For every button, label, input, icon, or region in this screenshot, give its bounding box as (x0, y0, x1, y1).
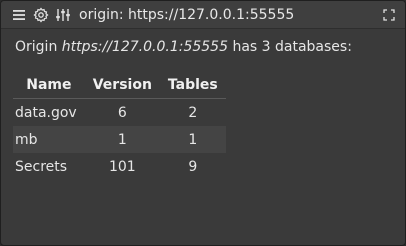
db-tables: 1 (159, 126, 226, 153)
window-title: origin: https://127.0.0.1:55555 (79, 6, 295, 23)
origin-url: https://127.0.0.1:55555 (61, 39, 228, 55)
fullscreen-icon[interactable] (381, 7, 397, 23)
db-tables: 9 (188, 158, 198, 175)
gear-icon[interactable] (33, 6, 49, 23)
sliders-icon[interactable] (55, 7, 71, 23)
table-header-row: Name Version Tables (13, 73, 226, 99)
title-bar: origin: https://127.0.0.1:55555 (1, 1, 405, 29)
db-version: 6 (117, 104, 127, 121)
summary-suffix: has 3 databases: (228, 39, 352, 55)
databases-summary: Origin https://127.0.0.1:55555 has 3 dat… (15, 39, 391, 55)
db-name: mb (13, 126, 85, 153)
content-area: Origin https://127.0.0.1:55555 has 3 dat… (1, 29, 405, 180)
summary-prefix: Origin (15, 39, 62, 55)
column-header-tables: Tables (159, 73, 226, 99)
databases-table: Name Version Tables data.gov 6 2 mb 1 1 … (13, 73, 226, 180)
origin-panel: origin: https://127.0.0.1:55555 Origin h… (0, 0, 406, 246)
db-version: 1 (84, 126, 160, 153)
column-header-name: Name (13, 73, 85, 99)
column-header-version: Version (84, 73, 160, 99)
db-name: Secrets (15, 158, 68, 175)
db-tables: 2 (188, 104, 198, 121)
db-version: 101 (108, 158, 136, 175)
menu-icon[interactable] (11, 7, 27, 23)
db-name: data.gov (15, 104, 77, 121)
table-row[interactable]: mb 1 1 (13, 126, 226, 153)
table-row[interactable]: Secrets 101 9 (13, 153, 226, 180)
table-row[interactable]: data.gov 6 2 (13, 99, 226, 127)
